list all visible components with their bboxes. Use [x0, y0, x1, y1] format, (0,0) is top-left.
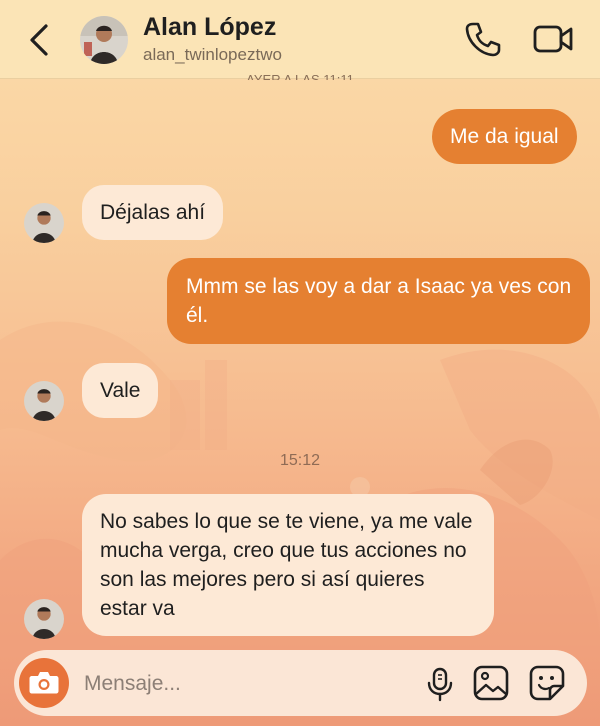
microphone-icon: [427, 667, 453, 702]
voice-message-button[interactable]: [422, 666, 458, 702]
contact-handle[interactable]: alan_twinlopeztwo: [143, 45, 282, 65]
phone-icon: [465, 22, 501, 57]
sticker-button[interactable]: [528, 664, 566, 702]
sender-avatar[interactable]: [24, 599, 64, 639]
time-separator: 15:12: [279, 452, 321, 469]
voice-call-button[interactable]: [464, 20, 502, 58]
message-bubble-incoming[interactable]: No sabes lo que se te viene, ya me vale …: [82, 494, 494, 636]
message-bubble-incoming[interactable]: Vale: [82, 363, 159, 418]
back-button[interactable]: [24, 20, 56, 60]
camera-icon: [29, 672, 59, 694]
message-bubble-outgoing[interactable]: Me da igual: [432, 109, 577, 164]
message-input[interactable]: [82, 668, 406, 700]
video-call-button[interactable]: [532, 22, 574, 56]
sticker-icon: [529, 665, 565, 701]
message-bubble-incoming[interactable]: Déjalas ahí: [82, 185, 224, 240]
chat-header: Alan López alan_twinlopeztwo AYER A LAS …: [0, 0, 600, 80]
camera-button[interactable]: [19, 658, 69, 708]
sender-avatar[interactable]: [24, 381, 64, 421]
contact-name[interactable]: Alan López: [143, 13, 276, 42]
image-icon: [473, 665, 509, 701]
previous-timestamp: AYER A LAS 11:11: [246, 72, 354, 80]
gallery-button[interactable]: [472, 664, 510, 702]
contact-avatar[interactable]: [80, 16, 128, 64]
message-composer: [14, 650, 587, 716]
chevron-left-icon: [30, 24, 48, 56]
sender-avatar[interactable]: [24, 203, 64, 243]
message-bubble-outgoing[interactable]: Mmm se las voy a dar a Isaac ya ves con …: [167, 258, 590, 344]
video-camera-icon: [533, 25, 573, 53]
